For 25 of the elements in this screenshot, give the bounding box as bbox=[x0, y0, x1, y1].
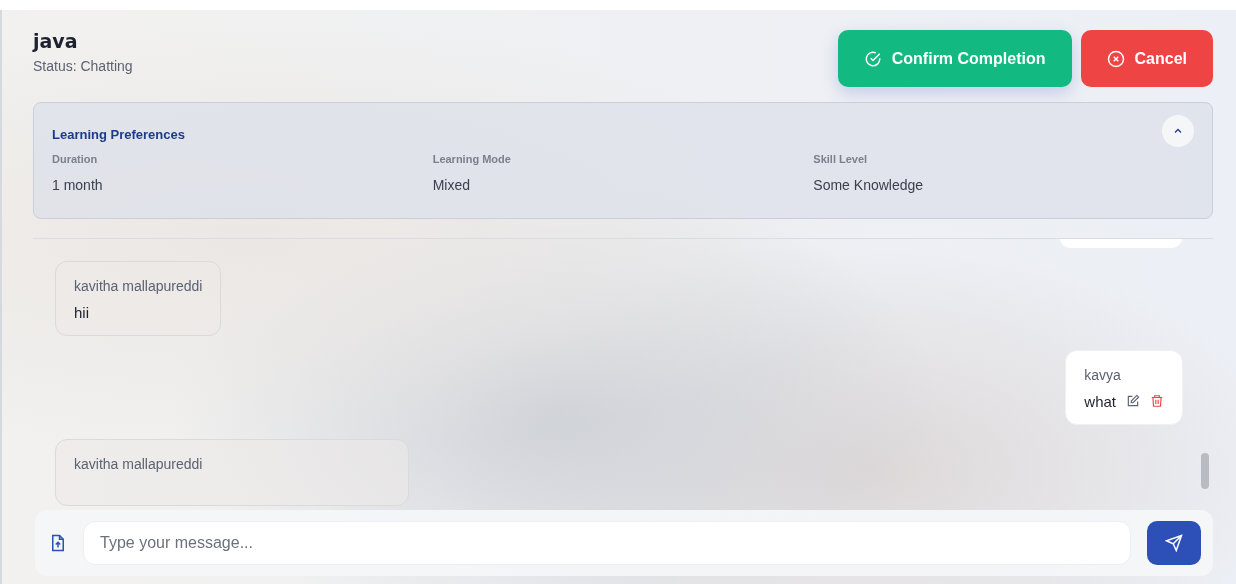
message-input[interactable]: Type your message... bbox=[83, 521, 1131, 565]
panel-title: Learning Preferences bbox=[52, 126, 185, 142]
trash-icon[interactable] bbox=[1150, 394, 1164, 409]
cancel-button[interactable]: Cancel bbox=[1080, 30, 1213, 87]
sender-name: kavya bbox=[1084, 366, 1122, 383]
close-circle-icon bbox=[1106, 49, 1125, 68]
sender-name: kavitha mallapureddi bbox=[74, 277, 203, 294]
field-label: Learning Mode bbox=[432, 153, 512, 165]
field-value: Mixed bbox=[432, 177, 471, 193]
scrollbar-thumb[interactable] bbox=[1201, 453, 1209, 489]
confirm-button[interactable]: Confirm Completion bbox=[837, 30, 1072, 87]
send-button[interactable] bbox=[1147, 521, 1201, 565]
chat-status: Status: Chatting bbox=[33, 58, 133, 74]
field-label: Skill Level bbox=[813, 153, 869, 165]
file-upload-icon[interactable] bbox=[49, 533, 67, 553]
edit-icon[interactable] bbox=[1126, 394, 1140, 409]
sender-name: kavitha mallapureddi bbox=[74, 455, 204, 472]
send-icon bbox=[1165, 534, 1183, 552]
field-label: Duration bbox=[52, 153, 99, 165]
check-circle-icon bbox=[863, 49, 882, 68]
message-text: what bbox=[1084, 392, 1116, 410]
field-value: Some Knowledge bbox=[813, 177, 925, 193]
chat-title: java bbox=[33, 30, 79, 52]
message-text: hii bbox=[74, 303, 90, 321]
field-value: 1 month bbox=[52, 177, 104, 193]
